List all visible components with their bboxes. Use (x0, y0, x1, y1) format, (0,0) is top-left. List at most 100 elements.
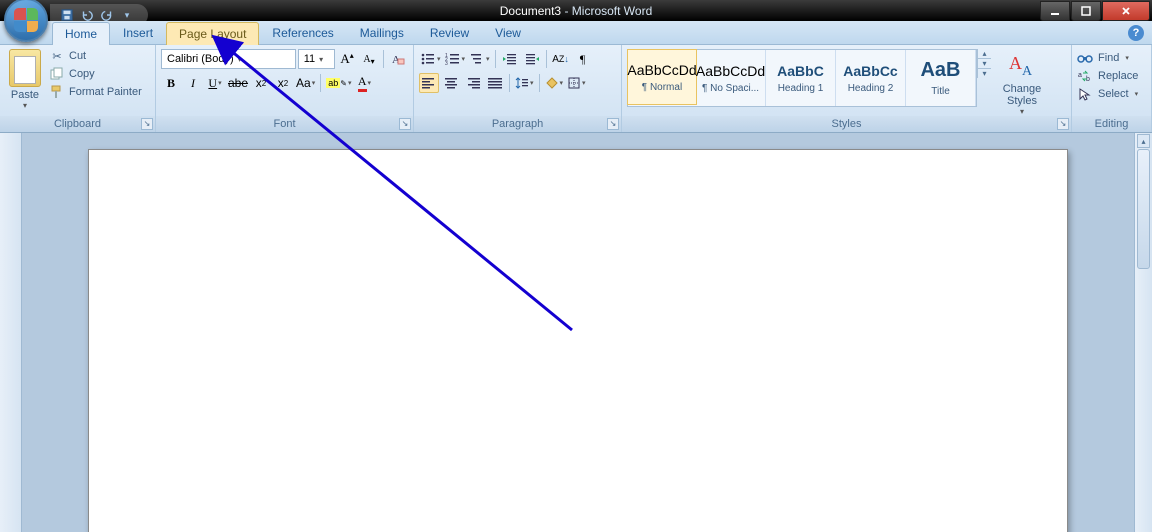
italic-button[interactable]: I (183, 73, 203, 93)
scroll-thumb[interactable] (1137, 149, 1150, 269)
align-left-button[interactable] (419, 73, 439, 93)
grow-font-button[interactable]: A▴ (337, 49, 357, 69)
group-label-editing: Editing (1072, 116, 1151, 132)
scroll-up-icon[interactable]: ▴ (1137, 134, 1150, 148)
align-center-button[interactable] (441, 73, 461, 93)
gallery-scroll[interactable]: ▴ ▾ ▾ (977, 49, 991, 78)
style-gallery[interactable]: AaBbCcDd ¶ Normal AaBbCcDd ¶ No Spaci...… (627, 49, 977, 107)
align-right-button[interactable] (463, 73, 483, 93)
close-button[interactable] (1102, 1, 1150, 21)
sort-button[interactable]: AZ↓ (551, 49, 571, 69)
ribbon-tabstrip: HomeInsertPage LayoutReferencesMailingsR… (0, 21, 1152, 45)
copy-button[interactable]: Copy (49, 67, 142, 81)
shading-button[interactable]: ▾ (544, 73, 565, 93)
tab-home[interactable]: Home (52, 22, 110, 45)
tab-page-layout[interactable]: Page Layout (166, 22, 259, 45)
svg-text:3: 3 (445, 61, 448, 66)
svg-text:A: A (1009, 53, 1022, 73)
highlight-button[interactable]: ab✎▾ (325, 73, 352, 93)
paste-button[interactable]: Paste ▾ (5, 49, 45, 116)
bold-button[interactable]: B (161, 73, 181, 93)
binoculars-icon (1077, 51, 1093, 65)
style-tile-title[interactable]: AaB Title (906, 50, 976, 106)
gallery-down-icon[interactable]: ▾ (978, 59, 991, 69)
app-name: Microsoft Word (572, 4, 652, 18)
copy-icon (49, 67, 65, 81)
ribbon: Paste ▾ ✂Cut Copy Format Painter Clipboa… (0, 45, 1152, 133)
document-name: Document3 (500, 4, 561, 18)
multilevel-list-button[interactable]: ▾ (468, 49, 491, 69)
font-color-button[interactable]: A▾ (354, 73, 374, 93)
style-tile--normal[interactable]: AaBbCcDd ¶ Normal (627, 49, 697, 105)
tab-view[interactable]: View (482, 21, 534, 44)
numbering-button[interactable]: 123▾ (444, 49, 467, 69)
document-page[interactable] (88, 149, 1068, 532)
group-font: Calibri (Body)▾ 11▾ A▴ A▾ A B I U▾ abe x… (156, 45, 414, 132)
qat-customize-icon[interactable]: ▾ (120, 8, 134, 22)
decrease-indent-button[interactable] (500, 49, 520, 69)
styles-dialog-launcher[interactable]: ↘ (1057, 118, 1069, 130)
superscript-button[interactable]: x2 (273, 73, 293, 93)
tab-references[interactable]: References (259, 21, 346, 44)
group-label-paragraph: Paragraph↘ (414, 116, 621, 132)
help-icon[interactable]: ? (1128, 25, 1144, 41)
replace-icon: ab (1077, 69, 1093, 83)
tab-insert[interactable]: Insert (110, 21, 166, 44)
increase-indent-button[interactable] (522, 49, 542, 69)
undo-icon[interactable] (80, 8, 94, 22)
tab-mailings[interactable]: Mailings (347, 21, 417, 44)
vertical-ruler[interactable] (0, 133, 22, 532)
window-controls (1039, 1, 1150, 21)
line-spacing-button[interactable]: ▾ (514, 73, 535, 93)
change-styles-icon: AA (1006, 49, 1038, 81)
page-viewport[interactable] (22, 133, 1134, 532)
shrink-font-button[interactable]: A▾ (359, 49, 379, 69)
change-case-button[interactable]: Aa▾ (295, 73, 316, 93)
clear-format-button[interactable]: A (388, 49, 408, 69)
underline-button[interactable]: U▾ (205, 73, 225, 93)
clipboard-dialog-launcher[interactable]: ↘ (141, 118, 153, 130)
group-label-styles: Styles↘ (622, 116, 1071, 132)
show-marks-button[interactable]: ¶ (573, 49, 593, 69)
office-button[interactable] (4, 0, 48, 42)
strikethrough-button[interactable]: abe (227, 73, 249, 93)
group-clipboard: Paste ▾ ✂Cut Copy Format Painter Clipboa… (0, 45, 156, 132)
font-dialog-launcher[interactable]: ↘ (399, 118, 411, 130)
replace-button[interactable]: abReplace (1077, 69, 1138, 83)
vertical-scrollbar[interactable]: ▴ (1134, 133, 1152, 532)
paragraph-dialog-launcher[interactable]: ↘ (607, 118, 619, 130)
group-label-clipboard: Clipboard↘ (0, 116, 155, 132)
font-name-combo[interactable]: Calibri (Body)▾ (161, 49, 296, 69)
gallery-more-icon[interactable]: ▾ (978, 69, 991, 78)
maximize-button[interactable] (1071, 1, 1101, 21)
cut-button[interactable]: ✂Cut (49, 49, 142, 63)
title-bar: ▾ Document3 - Microsoft Word (0, 0, 1152, 21)
paste-icon (9, 49, 41, 87)
style-tile-heading-1[interactable]: AaBbC Heading 1 (766, 50, 836, 106)
style-tile-heading-2[interactable]: AaBbCc Heading 2 (836, 50, 906, 106)
group-paragraph: ▾ 123▾ ▾ AZ↓ ¶ ▾ ▾ ▾ Par (414, 45, 622, 132)
tab-review[interactable]: Review (417, 21, 482, 44)
minimize-button[interactable] (1040, 1, 1070, 21)
justify-button[interactable] (485, 73, 505, 93)
format-painter-button[interactable]: Format Painter (49, 85, 142, 99)
group-label-font: Font↘ (156, 116, 413, 132)
group-editing: Find▾ abReplace Select▾ Editing (1072, 45, 1152, 132)
find-button[interactable]: Find▾ (1077, 51, 1138, 65)
borders-button[interactable]: ▾ (566, 73, 587, 93)
redo-icon[interactable] (100, 8, 114, 22)
gallery-up-icon[interactable]: ▴ (978, 49, 991, 59)
select-button[interactable]: Select▾ (1077, 87, 1138, 101)
change-styles-button[interactable]: AA Change Styles ▾ (997, 49, 1047, 116)
document-area: ▴ APPUALS TECH HOW-TO'S FROM THE EXPERTS… (0, 133, 1152, 532)
subscript-button[interactable]: x2 (251, 73, 271, 93)
cursor-icon (1077, 87, 1093, 101)
save-icon[interactable] (60, 8, 74, 22)
window-title: Document3 - Microsoft Word (500, 4, 653, 18)
paintbrush-icon (49, 85, 65, 99)
bullets-button[interactable]: ▾ (419, 49, 442, 69)
svg-text:a: a (1078, 72, 1082, 79)
style-tile--no-spaci-[interactable]: AaBbCcDd ¶ No Spaci... (696, 50, 766, 106)
svg-text:A: A (1022, 64, 1033, 79)
font-size-combo[interactable]: 11▾ (298, 49, 335, 69)
